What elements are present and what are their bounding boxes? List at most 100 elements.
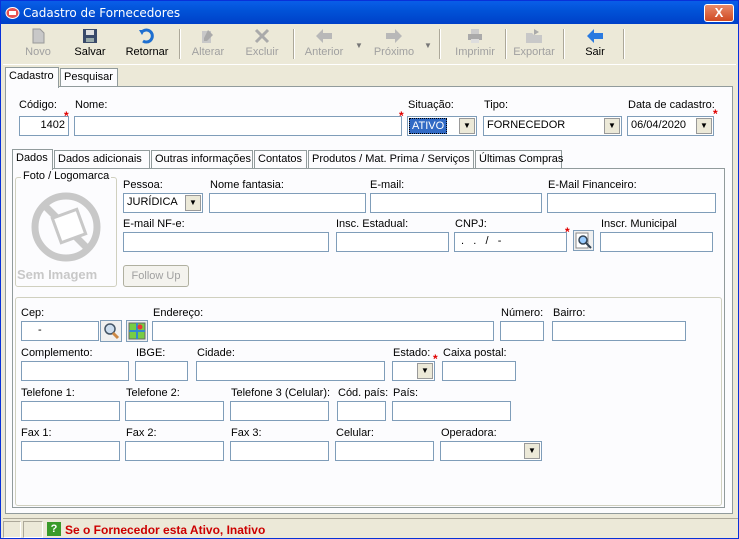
numero-field[interactable] (500, 321, 544, 341)
tab-cadastro[interactable]: Cadastro (5, 67, 59, 88)
status-message: Se o Fornecedor esta Ativo, Inativo (65, 523, 266, 537)
fax3-field[interactable] (230, 441, 329, 461)
status-cell (3, 521, 21, 538)
fantasia-field[interactable] (209, 193, 366, 213)
foto-placeholder[interactable]: Sem Imagem (17, 187, 113, 283)
export-folder-icon (526, 29, 542, 43)
situacao-label: Situação: (408, 99, 454, 111)
foto-label: Foto / Logomarca (21, 170, 112, 182)
chevron-down-icon: ▼ (459, 118, 475, 134)
pais-field[interactable] (392, 401, 511, 421)
telefone3-field[interactable] (230, 401, 329, 421)
codigo-label: Código: (19, 99, 57, 111)
fax1-label: Fax 1: (21, 427, 52, 439)
ibge-field[interactable] (135, 361, 188, 381)
chevron-down-icon[interactable]: ▼ (424, 41, 432, 50)
situacao-select[interactable]: ATIVO ▼ (407, 116, 477, 136)
alterar-button[interactable]: Alterar (183, 27, 233, 63)
printer-icon (468, 29, 482, 43)
operadora-label: Operadora: (441, 427, 497, 439)
estado-select[interactable]: ▼ (392, 361, 435, 381)
insc-estadual-field[interactable] (336, 232, 449, 252)
tab-produtos[interactable]: Produtos / Mat. Prima / Serviços (308, 150, 474, 168)
tab-ultimas-compras[interactable]: Últimas Compras (475, 150, 564, 168)
close-icon: X (714, 5, 724, 20)
complemento-field[interactable] (21, 361, 129, 381)
celular-field[interactable] (335, 441, 434, 461)
numero-label: Número: (501, 307, 544, 319)
cep-label: Cep: (21, 307, 45, 319)
data-label: Data de cadastro: (628, 99, 715, 111)
followup-label: Follow Up (131, 270, 181, 282)
codigo-field[interactable]: 1402 (19, 116, 69, 136)
close-button[interactable]: X (704, 4, 734, 22)
no-image-icon (31, 192, 101, 262)
chevron-down-icon[interactable]: ▼ (355, 41, 363, 50)
cidade-field[interactable] (196, 361, 385, 381)
insc-municipal-field[interactable] (600, 232, 713, 252)
follow-up-button[interactable]: Follow Up (123, 265, 189, 287)
novo-button[interactable]: Novo (13, 27, 63, 63)
nome-field[interactable] (74, 116, 402, 136)
excluir-button[interactable]: Excluir (237, 27, 287, 63)
cadastro-panel: Código: 1402 * Nome: * Situação: ATIVO ▼… (5, 86, 733, 514)
proximo-button[interactable]: Próximo (369, 27, 419, 63)
tab-outras-informacoes[interactable]: Outras informações (151, 150, 253, 168)
tab-dados-adicionais[interactable]: Dados adicionais (54, 150, 150, 168)
salvar-button[interactable]: Salvar (65, 27, 115, 63)
tab-produtos-label: Produtos / Mat. Prima / Serviços (312, 153, 470, 165)
map-button[interactable] (126, 320, 148, 342)
fax1-field[interactable] (21, 441, 120, 461)
codpais-label: Cód. país: (338, 387, 389, 399)
chevron-down-icon: ▼ (524, 443, 540, 459)
chevron-down-icon: ▼ (604, 118, 620, 134)
anterior-button[interactable]: Anterior (299, 27, 349, 63)
data-cadastro-field[interactable]: 06/04/2020 ▼ (627, 116, 714, 136)
sair-button[interactable]: Sair (571, 27, 619, 63)
bairro-field[interactable] (552, 321, 686, 341)
cnpj-field[interactable]: . . / - (454, 232, 567, 252)
toolbar-separator (439, 29, 441, 59)
cidade-label: Cidade: (197, 347, 235, 359)
email-field[interactable] (370, 193, 542, 213)
tipo-select[interactable]: FORNECEDOR ▼ (483, 116, 622, 136)
tab-contatos-label: Contatos (258, 153, 303, 165)
cep-field[interactable]: - (21, 321, 99, 341)
tab-dados[interactable]: Dados (12, 149, 53, 170)
tab-compras-label: Últimas Compras (479, 153, 564, 165)
telefone1-field[interactable] (21, 401, 120, 421)
chevron-down-icon: ▼ (185, 195, 201, 211)
nome-label: Nome: (75, 99, 108, 111)
sair-label: Sair (585, 46, 605, 58)
toolbar-separator (293, 29, 295, 59)
telefone2-field[interactable] (125, 401, 224, 421)
tel1-label: Telefone 1: (21, 387, 75, 399)
operadora-select[interactable]: ▼ (440, 441, 542, 461)
situacao-value: ATIVO (409, 118, 448, 134)
exit-arrow-icon (587, 29, 603, 43)
retornar-button[interactable]: Retornar (119, 27, 175, 63)
exportar-button[interactable]: Exportar (509, 27, 559, 63)
cod-pais-field[interactable] (337, 401, 386, 421)
imprimir-button[interactable]: Imprimir (449, 27, 501, 63)
tab-pesquisar[interactable]: Pesquisar (60, 68, 118, 86)
toolbar-separator (505, 29, 507, 59)
edit-icon (202, 30, 213, 43)
endereco-field[interactable] (152, 321, 494, 341)
pessoa-select[interactable]: JURÍDICA ▼ (123, 193, 203, 213)
tab-pesquisar-label: Pesquisar (64, 71, 113, 83)
chevron-down-icon: ▼ (417, 363, 433, 379)
fax2-field[interactable] (125, 441, 224, 461)
cnpj-search-button[interactable] (573, 230, 594, 251)
anterior-label: Anterior (304, 46, 344, 58)
cnpj-label: CNPJ: (455, 218, 487, 230)
pessoa-value: JURÍDICA (127, 196, 178, 208)
insc-est-label: Insc. Estadual: (336, 218, 409, 230)
cep-search-button[interactable] (100, 320, 122, 342)
toolbar-separator (623, 29, 625, 59)
email-nfe-field[interactable] (123, 232, 329, 252)
fantasia-label: Nome fantasia: (210, 179, 284, 191)
email-financeiro-field[interactable] (547, 193, 716, 213)
caixa-postal-field[interactable] (442, 361, 516, 381)
tab-contatos[interactable]: Contatos (254, 150, 307, 168)
